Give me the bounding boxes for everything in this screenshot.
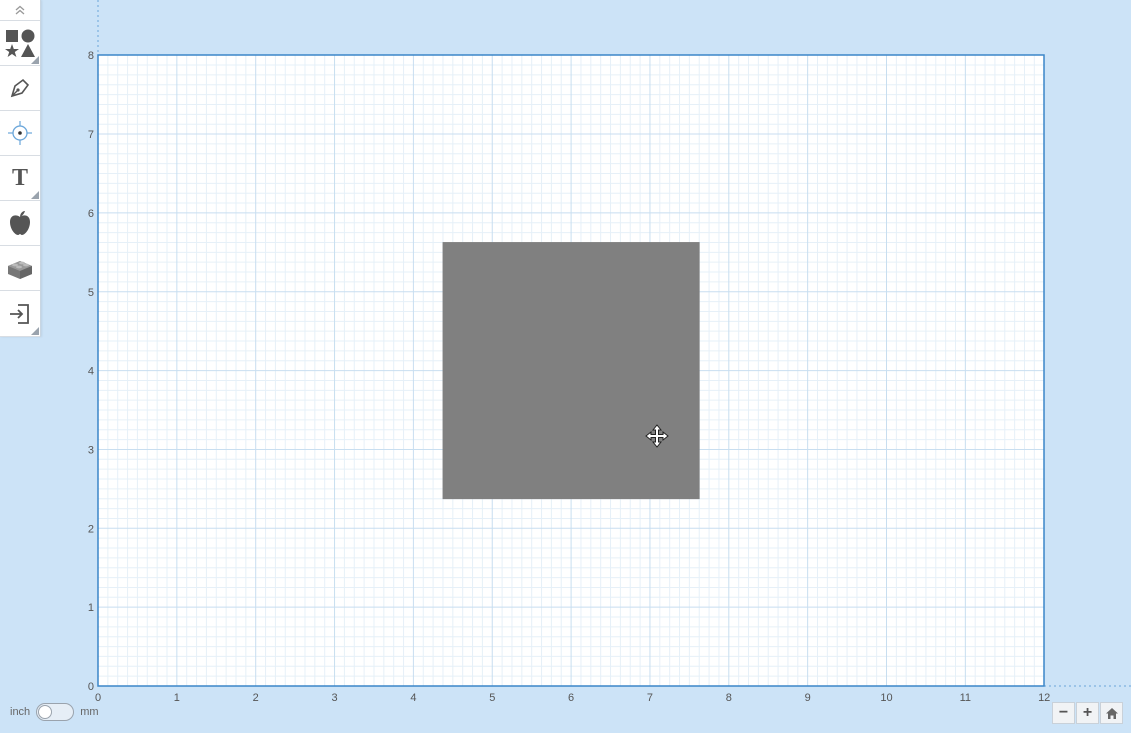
x-tick-label: 11	[960, 692, 971, 704]
y-tick-label: 1	[88, 602, 94, 614]
pen-icon	[10, 78, 30, 98]
brick-tool-button[interactable]	[0, 246, 40, 291]
submenu-indicator	[31, 56, 39, 64]
y-axis-labels: 0 1 2 3 4 5 6 7 8	[88, 50, 94, 693]
y-tick-label: 2	[88, 523, 94, 535]
unit-switch-knob	[38, 705, 53, 719]
clipart-tool-button[interactable]	[0, 201, 40, 246]
x-tick-label: 6	[568, 692, 574, 704]
x-tick-label: 3	[331, 692, 337, 704]
y-tick-label: 0	[88, 681, 94, 693]
text-tool-button[interactable]: T	[0, 156, 40, 201]
x-tick-label: 1	[174, 692, 180, 704]
point-tool-button[interactable]	[0, 111, 40, 156]
unit-inch-label: inch	[10, 706, 31, 718]
x-tick-label: 8	[726, 692, 732, 704]
zoom-home-button[interactable]	[1100, 702, 1123, 724]
chevron-up-icon	[15, 5, 25, 15]
x-tick-label: 2	[253, 692, 259, 704]
y-tick-label: 3	[88, 444, 94, 456]
submenu-indicator	[31, 191, 39, 199]
design-canvas[interactable]: 0 1 2 3 4 5 6 7 8 9 10 11 12 012345678	[0, 0, 1131, 733]
zoom-out-button[interactable]: −	[1052, 702, 1075, 724]
x-tick-label: 4	[410, 692, 416, 704]
square-shape[interactable]	[442, 242, 700, 500]
submenu-indicator	[31, 327, 39, 335]
unit-mm-label: mm	[80, 706, 99, 718]
y-tick-label: 6	[88, 208, 94, 220]
x-axis-labels: 0 1 2 3 4 5 6 7 8 9 10 11 12	[95, 692, 1050, 704]
zoom-in-button[interactable]: +	[1076, 702, 1099, 724]
pen-tool-button[interactable]	[0, 66, 40, 111]
zoom-controls: − +	[1052, 702, 1123, 724]
x-tick-label: 12	[1038, 692, 1050, 704]
x-tick-label: 9	[805, 692, 811, 704]
unit-toggle: inch mm	[10, 703, 99, 721]
x-tick-label: 5	[489, 692, 495, 704]
target-icon	[8, 121, 32, 145]
collapse-toolbar-button[interactable]	[0, 0, 40, 21]
tool-sidebar: T	[0, 0, 41, 337]
shapes-icon	[5, 29, 35, 57]
text-icon: T	[11, 164, 28, 191]
y-tick-label: 7	[88, 129, 94, 141]
x-tick-label: 7	[647, 692, 653, 704]
brick-icon	[8, 261, 32, 279]
y-tick-label: 8	[88, 50, 94, 62]
x-tick-label: 10	[880, 692, 892, 704]
y-tick-label: 5	[88, 287, 94, 299]
home-icon	[1105, 707, 1118, 719]
apple-icon	[10, 211, 30, 235]
import-tool-button[interactable]	[0, 291, 40, 337]
y-tick-label: 4	[88, 366, 94, 378]
unit-switch[interactable]	[36, 703, 75, 721]
import-icon	[10, 303, 29, 324]
shapes-tool-button[interactable]	[0, 21, 40, 66]
